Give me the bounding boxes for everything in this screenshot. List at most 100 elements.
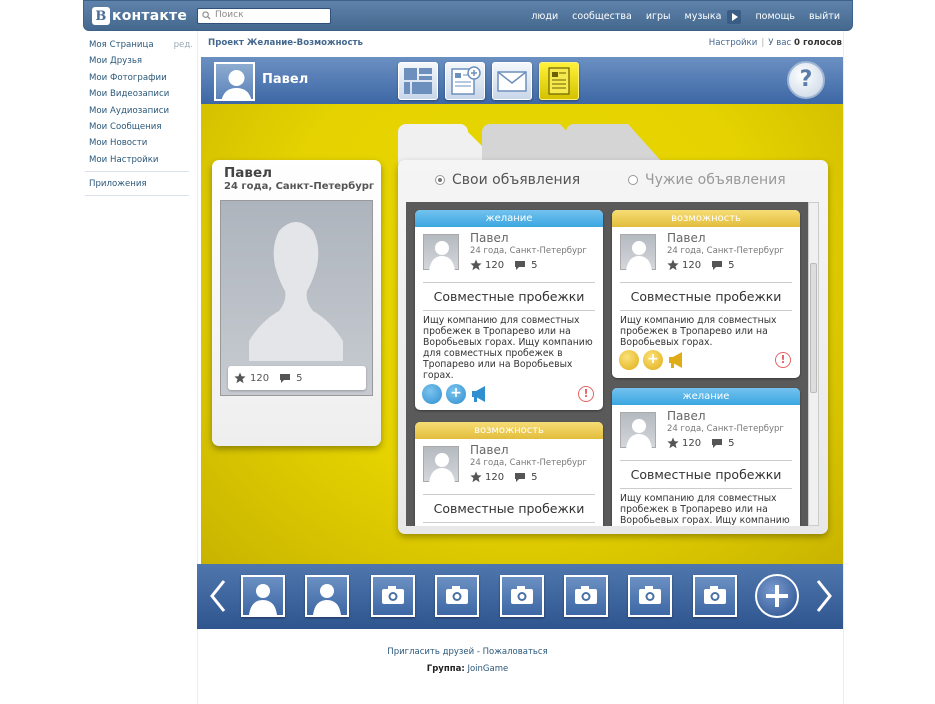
carousel-photo-empty[interactable]	[500, 575, 544, 617]
nav-communities[interactable]: сообщества	[572, 11, 632, 22]
settings-link[interactable]: Настройки	[709, 38, 758, 48]
footer-group: Группа: JoinGame	[0, 664, 935, 674]
ad-card[interactable]: возможность Павел 24 года, Санкт-Петербу…	[415, 422, 603, 526]
nav-people[interactable]: люди	[531, 11, 558, 22]
megaphone-icon[interactable]	[667, 351, 687, 369]
carousel-photo-empty[interactable]	[628, 575, 672, 617]
edit-link[interactable]: ред.	[174, 37, 193, 53]
ads-list: желание Павел 24 года, Санкт-Петербург 1…	[406, 202, 808, 526]
menu-item-news[interactable]: Мои Новости	[89, 135, 189, 151]
nav-help[interactable]: помощь	[755, 11, 795, 22]
ad-author-info: 24 года, Санкт-Петербург	[470, 246, 587, 256]
star-icon	[470, 471, 482, 483]
tab-others-ads[interactable]: Чужие объявления	[628, 172, 786, 188]
user-avatar[interactable]	[214, 62, 255, 101]
grid-icon	[404, 68, 432, 94]
menu-item-friends[interactable]: Мои Друзья	[89, 53, 189, 69]
left-menu: Моя Страница ред. Мои Друзья Мои Фотограф…	[85, 37, 193, 211]
my-ads-button[interactable]	[539, 62, 579, 100]
search-placeholder: Поиск	[215, 10, 244, 20]
ad-stats: 120 5	[470, 259, 537, 271]
ad-avatar[interactable]	[620, 234, 656, 271]
star-icon	[667, 259, 679, 271]
add-photo-button[interactable]	[755, 574, 799, 618]
radio-selected-icon	[435, 175, 445, 185]
menu-item-apps[interactable]: Приложения	[89, 176, 189, 192]
chevron-right-icon[interactable]	[815, 579, 833, 613]
menu-label: Моя Страница	[89, 40, 154, 50]
ad-card[interactable]: желание Павел 24 года, Санкт-Петербург 1…	[415, 210, 603, 410]
footer-links: Пригласить друзей - Пожаловаться	[0, 647, 935, 657]
ads-scrollbar[interactable]	[808, 202, 819, 526]
profile-comments: 5	[296, 372, 303, 384]
menu-item-my-page[interactable]: Моя Страница ред.	[89, 37, 193, 53]
ad-text: Ищу компанию для совместных пробежек в Т…	[620, 493, 790, 526]
user-silhouette-icon	[626, 241, 652, 271]
messages-button[interactable]	[492, 62, 532, 100]
ad-avatar[interactable]	[423, 234, 459, 271]
user-silhouette-icon	[429, 453, 455, 483]
folder-tab-slant	[620, 124, 662, 162]
menu-item-photos[interactable]: Мои Фотографии	[89, 70, 189, 86]
plus-icon[interactable]: +	[446, 384, 466, 404]
question-icon: ?	[799, 67, 813, 92]
carousel-photo-empty[interactable]	[371, 575, 415, 617]
carousel-photo-empty[interactable]	[693, 575, 737, 617]
top-nav: люди сообщества игры музыка помощь выйти	[517, 1, 840, 32]
ad-avatar[interactable]	[423, 446, 459, 483]
ad-card[interactable]: желание Павел 24 года, Санкт-Петербург 1…	[612, 388, 800, 526]
chevron-left-icon[interactable]	[209, 579, 227, 613]
add-ad-button[interactable]	[445, 62, 485, 100]
menu-item-settings[interactable]: Мои Настройки	[89, 152, 189, 168]
nav-logout[interactable]: выйти	[809, 11, 840, 22]
ad-comments: 5	[531, 259, 538, 271]
carousel-photo-empty[interactable]	[564, 575, 608, 617]
vk-logo-text: контакте	[112, 8, 188, 24]
ad-avatar[interactable]	[620, 412, 656, 449]
help-button[interactable]: ?	[787, 61, 825, 99]
menu-item-messages[interactable]: Мои Сообщения	[89, 119, 189, 135]
carousel-photo[interactable]	[241, 575, 285, 617]
document-list-icon	[548, 67, 570, 95]
user-silhouette-icon	[429, 241, 455, 271]
ad-comments: 5	[531, 471, 538, 483]
carousel-photo-empty[interactable]	[435, 575, 479, 617]
menu-item-videos[interactable]: Мои Видеозаписи	[89, 86, 189, 102]
tab-own-label: Свои объявления	[452, 172, 581, 188]
camera-icon	[575, 586, 597, 604]
complain-link[interactable]: Пожаловаться	[483, 647, 548, 657]
megaphone-icon[interactable]	[470, 385, 490, 403]
envelope-icon	[497, 71, 527, 92]
grid-view-button[interactable]	[398, 62, 438, 100]
scrollbar-thumb[interactable]	[810, 263, 817, 393]
comment-icon	[712, 438, 723, 448]
top-header: В контакте Поиск люди сообщества игры му…	[83, 0, 853, 31]
chat-icon[interactable]	[422, 384, 442, 404]
nav-games[interactable]: игры	[646, 11, 671, 22]
play-icon[interactable]	[727, 9, 742, 24]
footer-separator: -	[474, 647, 483, 657]
chat-icon[interactable]	[619, 350, 639, 370]
group-link[interactable]: JoinGame	[467, 664, 508, 674]
carousel-photo[interactable]	[305, 575, 349, 617]
ad-type-badge: возможность	[612, 210, 800, 227]
add-document-icon	[451, 66, 481, 95]
profile-info: 24 года, Санкт-Петербург	[224, 181, 375, 192]
app-title[interactable]: Проект Желание-Возможность	[208, 38, 363, 48]
ad-comments: 5	[728, 437, 735, 449]
nav-music[interactable]: музыка	[685, 11, 722, 22]
report-icon[interactable]: !	[578, 386, 594, 402]
camera-icon	[639, 586, 661, 604]
plus-icon[interactable]: +	[643, 350, 663, 370]
comment-icon	[712, 260, 723, 270]
ad-title: Совместные пробежки	[423, 494, 595, 523]
report-icon[interactable]: !	[775, 352, 791, 368]
search-input[interactable]: Поиск	[197, 8, 331, 24]
vk-logo-letter: В	[92, 7, 110, 25]
vk-logo[interactable]: В контакте	[92, 6, 187, 26]
invite-friends-link[interactable]: Пригласить друзей	[387, 647, 474, 657]
tab-own-ads[interactable]: Свои объявления	[435, 172, 580, 188]
menu-item-audio[interactable]: Мои Аудиозаписи	[89, 103, 189, 119]
ad-card[interactable]: возможность Павел 24 года, Санкт-Петербу…	[612, 210, 800, 378]
ad-actions: +	[619, 350, 687, 370]
